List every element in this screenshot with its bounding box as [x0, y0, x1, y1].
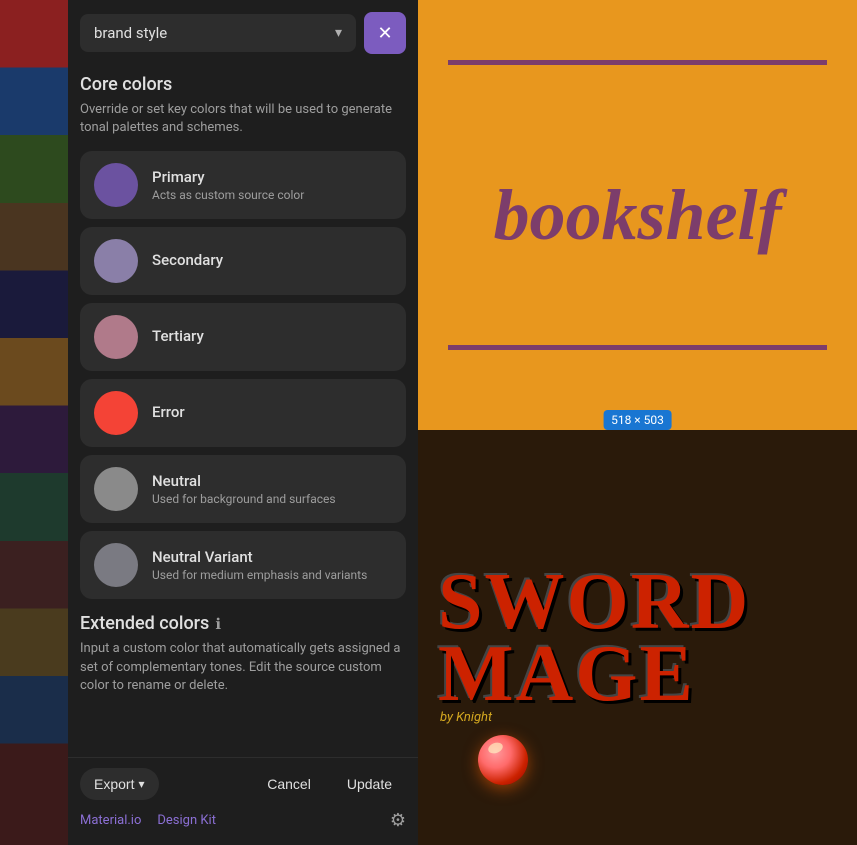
secondary-color-item[interactable]: Secondary — [80, 227, 406, 295]
sidebar-strip — [0, 0, 68, 845]
secondary-info: Secondary — [152, 251, 223, 271]
neutral-info: Neutral Used for background and surfaces — [152, 472, 336, 508]
neutral-label: Neutral — [152, 472, 336, 490]
primary-label: Primary — [152, 168, 304, 186]
tertiary-swatch — [94, 315, 138, 359]
dropdown-label: brand style — [94, 24, 167, 42]
extended-colors-title: Extended colors — [80, 613, 209, 634]
core-colors-section: Core colors Override or set key colors t… — [80, 74, 406, 599]
tertiary-label: Tertiary — [152, 327, 204, 345]
neutral-color-item[interactable]: Neutral Used for background and surfaces — [80, 455, 406, 523]
tertiary-color-item[interactable]: Tertiary — [80, 303, 406, 371]
core-colors-title: Core colors — [80, 74, 406, 95]
extended-colors-section: Extended colors ℹ Input a custom color t… — [80, 613, 406, 695]
cancel-button[interactable]: Cancel — [253, 768, 325, 800]
neutral-variant-swatch — [94, 543, 138, 587]
orb-highlight — [487, 741, 505, 756]
sword-mage-area: SWORD MAGE by Knight — [418, 430, 857, 845]
sword-mage-subtitle: by Knight — [440, 710, 492, 725]
sword-mage-text-block: SWORD MAGE — [438, 566, 750, 710]
error-label: Error — [152, 403, 185, 421]
bookshelf-border-bottom — [448, 345, 827, 350]
sparkle-icon: ✕ — [377, 23, 392, 44]
brand-style-dropdown[interactable]: brand style ▾ — [80, 14, 356, 52]
neutral-variant-label: Neutral Variant — [152, 548, 367, 566]
orb-decoration — [478, 735, 528, 785]
dropdown-header: brand style ▾ ✕ — [68, 0, 418, 66]
error-swatch — [94, 391, 138, 435]
tertiary-info: Tertiary — [152, 327, 204, 347]
bookshelf-title: bookshelf — [474, 179, 802, 251]
panel-content: Core colors Override or set key colors t… — [68, 66, 418, 757]
update-button[interactable]: Update — [333, 768, 406, 800]
secondary-swatch — [94, 239, 138, 283]
bottom-bar: Export ▾ Cancel Update Material.io Desig… — [68, 757, 418, 845]
core-colors-desc: Override or set key colors that will be … — [80, 101, 406, 137]
footer-links: Material.io Design Kit ⚙ — [80, 810, 406, 831]
size-badge: 518 × 503 — [603, 410, 672, 430]
sword-mage-title-line1: SWORD — [438, 566, 750, 638]
extended-title-row: Extended colors ℹ — [80, 613, 406, 634]
action-buttons: Export ▾ Cancel Update — [80, 768, 406, 800]
secondary-label: Secondary — [152, 251, 223, 269]
magic-button[interactable]: ✕ — [364, 12, 406, 54]
primary-swatch — [94, 163, 138, 207]
info-icon: ℹ — [215, 615, 221, 633]
extended-colors-desc: Input a custom color that automatically … — [80, 640, 406, 695]
neutral-desc: Used for background and surfaces — [152, 492, 336, 508]
sword-mage-title-line2: MAGE — [438, 638, 750, 710]
primary-color-item[interactable]: Primary Acts as custom source color — [80, 151, 406, 219]
main-panel: brand style ▾ ✕ Core colors Override or … — [68, 0, 418, 845]
export-label: Export — [94, 776, 134, 792]
settings-icon[interactable]: ⚙ — [390, 810, 406, 831]
material-io-link[interactable]: Material.io — [80, 813, 141, 828]
error-info: Error — [152, 403, 185, 423]
neutral-variant-color-item[interactable]: Neutral Variant Used for medium emphasis… — [80, 531, 406, 599]
right-content: bookshelf 518 × 503 SWORD MAGE by Knight — [418, 0, 857, 845]
chevron-down-icon: ▾ — [138, 777, 144, 791]
primary-info: Primary Acts as custom source color — [152, 168, 304, 204]
bookshelf-border-top — [448, 60, 827, 65]
neutral-swatch — [94, 467, 138, 511]
error-color-item[interactable]: Error — [80, 379, 406, 447]
neutral-variant-desc: Used for medium emphasis and variants — [152, 568, 367, 584]
chevron-down-icon: ▾ — [335, 25, 342, 41]
design-kit-link[interactable]: Design Kit — [157, 813, 216, 828]
primary-desc: Acts as custom source color — [152, 188, 304, 204]
neutral-variant-info: Neutral Variant Used for medium emphasis… — [152, 548, 367, 584]
bookshelf-area: bookshelf 518 × 503 — [418, 0, 857, 430]
export-button[interactable]: Export ▾ — [80, 768, 159, 800]
